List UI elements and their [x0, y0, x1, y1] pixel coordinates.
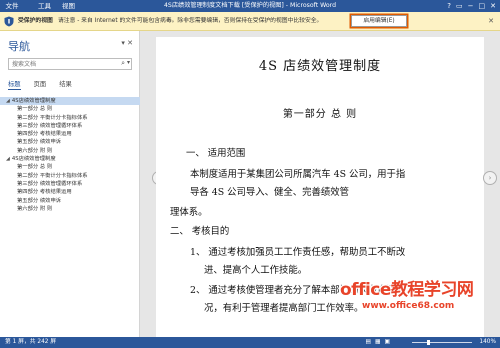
- status-bar: 第 1 屏，共 242 屏 ▤ ▦ ▣ 140%: [0, 337, 500, 348]
- paragraph-line: 理体系。: [170, 207, 208, 218]
- nav-heading-label: 第五部分 绩效申诉: [17, 197, 62, 204]
- read-mode-icon[interactable]: ▤: [366, 337, 371, 348]
- nav-tabs: 标题 页面 结果: [8, 79, 72, 90]
- tab-results[interactable]: 结果: [59, 79, 72, 90]
- close-icon[interactable]: ✕: [488, 12, 494, 31]
- list-item: 1、 通过考核加强员工工作责任感，帮助员工不断改: [190, 247, 406, 258]
- chevron-down-icon[interactable]: ▾: [127, 59, 130, 66]
- tab-headings[interactable]: 标题: [8, 79, 21, 90]
- nav-heading-label: 第六部分 附 则: [17, 147, 53, 154]
- nav-heading-label: 第二部分 平衡计分卡指标体系: [17, 114, 88, 121]
- nav-heading-item[interactable]: 第五部分 绩效申诉: [0, 197, 140, 205]
- zoom-level[interactable]: 140%: [479, 337, 496, 348]
- protected-view-message: 请注意 - 来自 Internet 的文件可能包含病毒。除非您需要编辑，否则保持…: [58, 18, 323, 24]
- protected-view-bar: 受保护的视图 请注意 - 来自 Internet 的文件可能包含病毒。除非您需要…: [0, 12, 500, 31]
- watermark-url: www.office68.com: [362, 301, 455, 311]
- window-title: 4S店绩效管理制度文档下载 [受保护的视图] - Microsoft Word: [163, 2, 337, 9]
- nav-heading-list: ◢ 4S店绩效管理制度 第一部分 总 则第二部分 平衡计分卡指标体系 第三部分 绩效管…: [0, 97, 140, 213]
- nav-heading-item[interactable]: 第五部分 绩效申诉: [0, 138, 140, 146]
- window-controls: ? ▭ − □ ✕: [447, 0, 496, 12]
- nav-heading-label: 第六部分 附 则: [17, 205, 53, 212]
- collapse-triangle-icon[interactable]: ◢: [6, 98, 10, 104]
- close-window-button[interactable]: ✕: [490, 0, 496, 12]
- nav-heading-item[interactable]: 第二部分 平衡计分卡指标体系: [0, 172, 140, 180]
- title-bar: 文件 工具 视图 4S店绩效管理制度文档下载 [受保护的视图] - Micros…: [0, 0, 500, 12]
- nav-heading-item[interactable]: 第三部分 绩效管理循环体系: [0, 180, 140, 188]
- nav-heading-item[interactable]: 第二部分 平衡计分卡指标体系: [0, 114, 140, 122]
- search-icon[interactable]: ⌕: [121, 59, 125, 68]
- menu-file[interactable]: 文件: [0, 0, 24, 12]
- nav-heading-item[interactable]: 第四部分 考核结果运用: [0, 130, 140, 138]
- search-input[interactable]: [8, 58, 132, 70]
- part-heading: 第一部分 总 则: [282, 109, 358, 120]
- collapse-triangle-icon[interactable]: ◢: [6, 156, 10, 162]
- web-layout-icon[interactable]: ▣: [385, 337, 390, 348]
- nav-heading-item[interactable]: 第六部分 附 则: [0, 205, 140, 213]
- nav-heading-item[interactable]: ◢ 4S店绩效管理制度: [0, 97, 140, 106]
- shield-icon: [4, 16, 14, 27]
- nav-heading-item[interactable]: 第三部分 绩效管理循环体系: [0, 122, 140, 130]
- print-layout-icon[interactable]: ▦: [375, 337, 380, 348]
- navigation-pane: 导航 ▾ ✕ ⌕ ▾ 标题 页面 结果 ◢4S店绩效管理制度第一部分 总 则第二…: [0, 31, 140, 337]
- nav-heading-item[interactable]: 第一部分 总 则: [0, 163, 140, 171]
- nav-heading-label: 第三部分 绩效管理循环体系: [17, 180, 83, 187]
- watermark-brand: office教程学习网: [340, 275, 474, 300]
- watermark-brand-cn: 教程学习网: [390, 280, 474, 300]
- close-icon[interactable]: ✕: [127, 39, 133, 47]
- nav-heading-label: 第三部分 绩效管理循环体系: [17, 122, 83, 129]
- tab-pages[interactable]: 页面: [34, 79, 47, 90]
- ribbon-display-button[interactable]: ▭: [456, 0, 463, 12]
- zoom-slider[interactable]: [412, 340, 472, 345]
- document-title: 4S 店绩效管理制度: [258, 59, 382, 74]
- protected-view-title: 受保护的视图: [18, 18, 53, 24]
- nav-title: 导航: [8, 40, 30, 53]
- nav-heading-label: 4S店绩效管理制度: [11, 156, 56, 163]
- chevron-down-icon[interactable]: ▾: [121, 39, 125, 47]
- nav-heading-label: 第一部分 总 则: [17, 164, 53, 171]
- nav-heading-item[interactable]: 第一部分 总 则: [0, 105, 140, 113]
- section-heading: 二、 考核目的: [170, 226, 230, 237]
- help-button[interactable]: ?: [447, 0, 451, 12]
- page-indicator: 第 1 屏，共 242 屏: [5, 339, 57, 345]
- nav-heading-label: 第二部分 平衡计分卡指标体系: [17, 172, 88, 179]
- paragraph-line: 本制度适用于某集团公司所属汽车 4S 公司，用于指: [190, 169, 406, 180]
- nav-heading-label: 第四部分 考核结果运用: [17, 189, 72, 196]
- zoom-slider-thumb[interactable]: [427, 340, 431, 345]
- minimize-button[interactable]: −: [468, 0, 474, 12]
- nav-heading-item[interactable]: ◢ 4S店绩效管理制度: [0, 155, 140, 163]
- section-heading: 一、 适用范围: [186, 148, 246, 159]
- paragraph-line: 导各 4S 公司导入、健全、完善绩效管: [190, 187, 349, 198]
- view-buttons: ▤ ▦ ▣: [366, 337, 390, 348]
- next-screen-icon[interactable]: ›: [483, 171, 497, 185]
- nav-heading-label: 第四部分 考核结果运用: [17, 131, 72, 138]
- maximize-button[interactable]: □: [479, 0, 486, 12]
- watermark-logo: office教程学习网 www.office68.com: [338, 275, 500, 337]
- enable-editing-button[interactable]: 启用编辑(E): [351, 15, 407, 27]
- watermark-brand-latin: office: [340, 280, 391, 300]
- nav-heading-item[interactable]: 第四部分 考核结果运用: [0, 188, 140, 196]
- menu-tools[interactable]: 工具: [34, 0, 55, 12]
- nav-heading-label: 4S店绩效管理制度: [11, 98, 56, 104]
- list-item-continuation: 进、提高个人工作技能。: [204, 265, 308, 276]
- nav-heading-label: 第五部分 绩效申诉: [17, 139, 62, 146]
- nav-heading-label: 第一部分 总 则: [17, 106, 53, 113]
- nav-pane-controls: ▾ ✕: [121, 39, 133, 47]
- menu-view[interactable]: 视图: [58, 0, 79, 12]
- nav-heading-item[interactable]: 第六部分 附 则: [0, 147, 140, 155]
